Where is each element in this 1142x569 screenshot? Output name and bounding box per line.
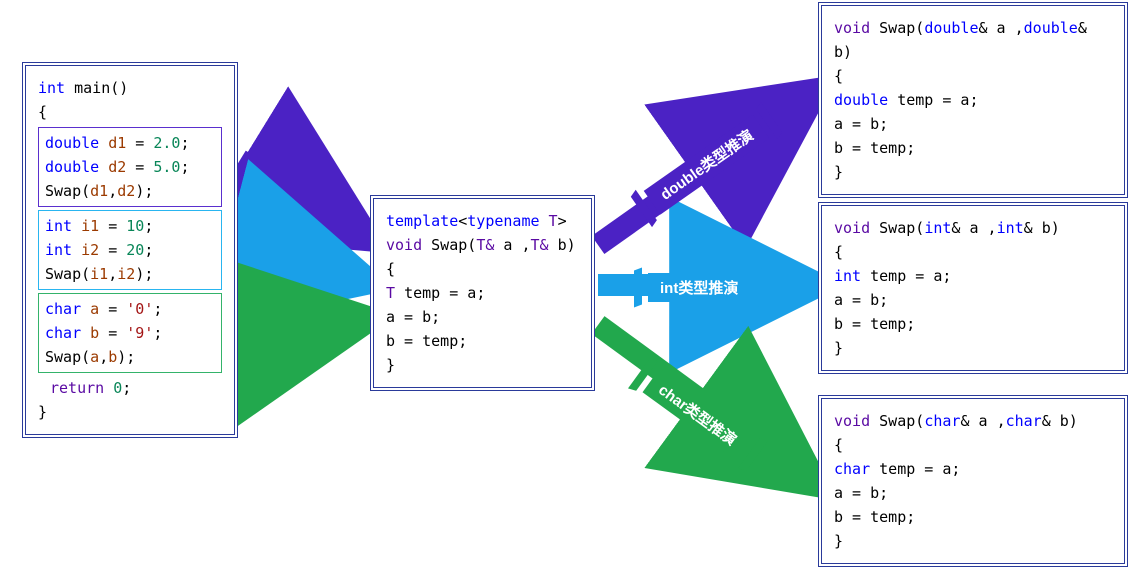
main-double-block: double d1 = 2.0; double d2 = 5.0; Swap(d… [38,127,222,207]
main-code-box: int main() { double d1 = 2.0; double d2 … [22,62,238,438]
main-int-block: int i1 = 10; int i2 = 20; Swap(i1,i2); [38,210,222,290]
main-char-block: char a = '0'; char b = '9'; Swap(a,b); [38,293,222,373]
output-double-box: void Swap(double& a ,double& b) { double… [818,2,1128,198]
output-char-box: void Swap(char& a ,char& b) { char temp … [818,395,1128,567]
output-int-box: void Swap(int& a ,int& b) { int temp = a… [818,202,1128,374]
template-code-box: template<typename T> void Swap(T& a ,T& … [370,195,595,391]
label-int-deduction: int类型推演 [648,273,750,302]
